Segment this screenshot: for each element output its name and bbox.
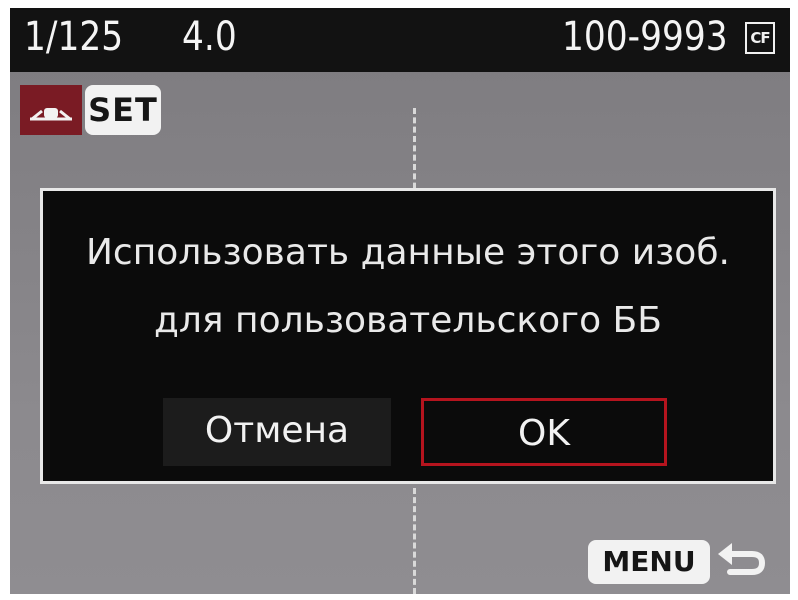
dialog-message-line-2: для пользовательского ББ	[154, 300, 662, 341]
confirm-dialog: Использовать данные этого изоб. для поль…	[40, 188, 776, 484]
custom-white-balance-icon	[20, 85, 82, 135]
cancel-button[interactable]: Отмена	[163, 398, 391, 466]
camera-lcd-screen: 1/125 4.0 100-9993 CF SET Использовать д…	[10, 8, 790, 594]
menu-button-badge[interactable]: MENU	[588, 540, 710, 584]
aperture-value: 4.0	[182, 14, 237, 60]
return-arrow-icon[interactable]	[716, 538, 766, 588]
dialog-message-line-1: Использовать данные этого изоб.	[86, 232, 730, 273]
center-guide-line-top	[413, 108, 416, 198]
center-guide-line-bottom	[413, 488, 416, 594]
shutter-speed: 1/125	[24, 14, 124, 60]
status-bar: 1/125 4.0 100-9993 CF	[10, 8, 790, 72]
file-number: 100-9993	[562, 14, 728, 60]
ok-button[interactable]: OK	[421, 398, 667, 466]
cf-card-icon: CF	[745, 22, 775, 54]
set-button-badge: SET	[85, 85, 161, 135]
